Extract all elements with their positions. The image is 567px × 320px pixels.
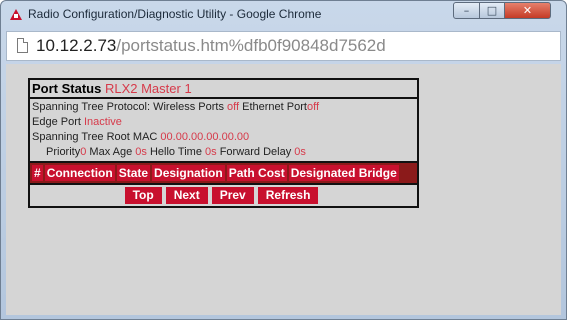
url-path: /portstatus.htm%dfb0f90848d7562d xyxy=(116,36,386,55)
max-age-value: 0s xyxy=(135,146,147,158)
priority-value: 0 xyxy=(80,146,87,158)
priority-label: Priority xyxy=(46,146,81,158)
stp-line: Spanning Tree Protocol: Wireless Ports o… xyxy=(32,100,415,115)
page-document-icon xyxy=(17,38,28,53)
refresh-button[interactable]: Refresh xyxy=(257,187,319,204)
port-status-header: Port Status RLX2 Master 1 xyxy=(30,80,417,99)
navigation-row: Top Next Prev Refresh xyxy=(30,185,417,206)
hello-time-label: Hello Time xyxy=(149,146,202,158)
address-bar[interactable]: 10.12.2.73/portstatus.htm%dfb0f90848d756… xyxy=(6,31,561,61)
ethernet-port-label: Ethernet Port xyxy=(242,101,307,113)
wireless-ports-value: off xyxy=(227,101,240,113)
table-header-row: # Connection State Designation Path Cost… xyxy=(30,163,417,185)
page-content: Port Status RLX2 Master 1 Spanning Tree … xyxy=(6,64,561,315)
window-title: Radio Configuration/Diagnostic Utility -… xyxy=(28,7,322,21)
spanning-tree-info: Spanning Tree Protocol: Wireless Ports o… xyxy=(30,99,417,163)
url-text[interactable]: 10.12.2.73/portstatus.htm%dfb0f90848d756… xyxy=(36,36,386,56)
stp-label: Spanning Tree Protocol: Wireless Ports xyxy=(32,101,224,113)
root-mac-line: Spanning Tree Root MAC 00.00.00.00.00.00 xyxy=(32,130,415,145)
max-age-label: Max Age xyxy=(89,146,133,158)
edge-port-value: Inactive xyxy=(83,116,122,128)
ethernet-port-value: off xyxy=(306,101,319,113)
port-status-table: Port Status RLX2 Master 1 Spanning Tree … xyxy=(28,78,419,208)
device-name: RLX2 Master 1 xyxy=(104,81,192,96)
next-button[interactable]: Next xyxy=(165,187,208,204)
app-logo-icon xyxy=(10,9,22,20)
title-bar[interactable]: Radio Configuration/Diagnostic Utility -… xyxy=(1,1,566,27)
edge-port-label: Edge Port xyxy=(32,116,81,128)
browser-window: Radio Configuration/Diagnostic Utility -… xyxy=(0,0,567,320)
column-header-state: State xyxy=(116,165,151,181)
hello-time-value: 0s xyxy=(205,146,217,158)
forward-delay-label: Forward Delay xyxy=(219,146,292,158)
top-button[interactable]: Top xyxy=(124,187,162,204)
forward-delay-value: 0s xyxy=(294,146,306,158)
column-header-connection: Connection xyxy=(44,165,115,181)
maximize-button[interactable]: □ xyxy=(479,2,505,19)
column-header-designated-bridge: Designated Bridge xyxy=(288,165,399,181)
page-title: Port Status xyxy=(32,81,102,96)
edge-port-line: Edge Port Inactive xyxy=(32,115,415,130)
column-header-path-cost: Path Cost xyxy=(226,165,287,181)
root-mac-label: Spanning Tree Root MAC xyxy=(32,131,158,143)
close-button[interactable]: ✕ xyxy=(504,2,551,19)
column-header-designation: Designation xyxy=(152,165,225,181)
column-header-number: # xyxy=(32,165,43,181)
prev-button[interactable]: Prev xyxy=(211,187,254,204)
root-mac-value: 00.00.00.00.00.00 xyxy=(160,131,250,143)
url-host: 10.12.2.73 xyxy=(36,36,117,55)
timers-line: Priority0 Max Age 0s Hello Time 0s Forwa… xyxy=(32,145,415,160)
minimize-button[interactable]: – xyxy=(453,2,480,19)
